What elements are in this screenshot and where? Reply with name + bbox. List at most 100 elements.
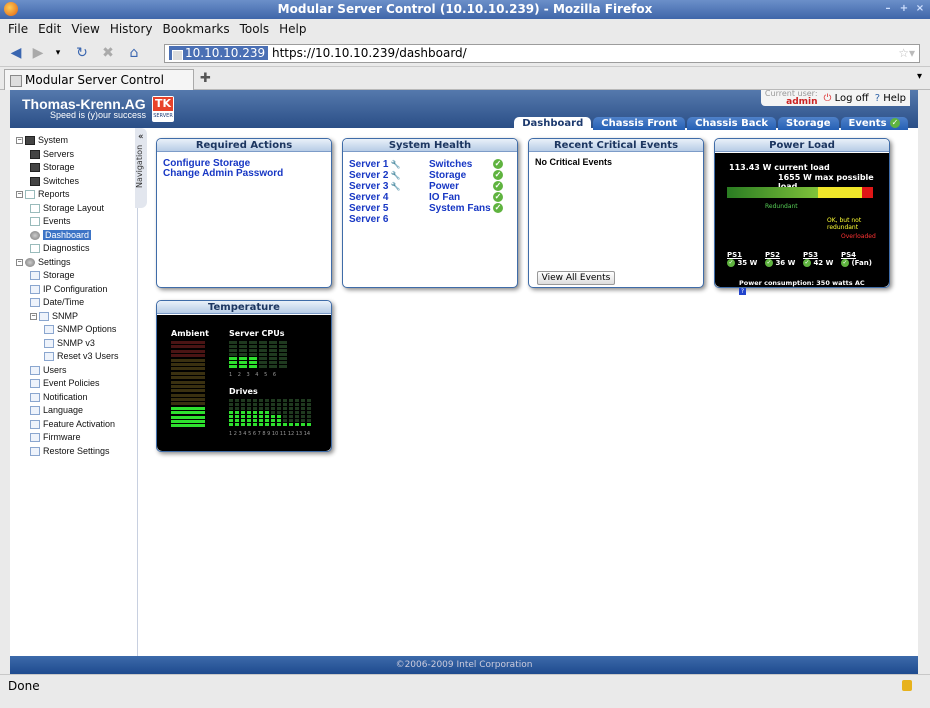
reload-icon[interactable]: ↻ (74, 45, 90, 61)
sidebar-item-feature-activation[interactable]: Feature Activation (30, 418, 115, 431)
collapse-tree-icon[interactable]: − (16, 137, 23, 145)
home-icon[interactable]: ⌂ (126, 45, 142, 61)
sidebar-item-label: Notification (43, 391, 88, 402)
menu-file[interactable]: File (8, 19, 28, 39)
server-link[interactable]: Server 5 (349, 203, 401, 214)
ok-check-icon: ✓ (493, 181, 503, 191)
tab-storage[interactable]: Storage (778, 117, 839, 130)
collapse-icon[interactable]: « (138, 132, 144, 142)
sidebar-item-dashboard[interactable]: Dashboard (30, 229, 92, 242)
sidebar-item-label: SNMP (52, 310, 79, 321)
tab-chassis-back[interactable]: Chassis Back (687, 117, 777, 130)
server-icon (30, 163, 40, 173)
component-link[interactable]: IO Fan ✓ (429, 192, 509, 203)
sidebar-item-servers[interactable]: Servers (30, 148, 74, 161)
collapse-tree-icon[interactable]: − (16, 258, 23, 266)
sidebar-item-events[interactable]: Events (30, 215, 71, 228)
sidebar-item-switches[interactable]: Switches (30, 175, 79, 188)
sidebar-item-system[interactable]: − System (16, 134, 68, 147)
sidebar-item-snmp-v3[interactable]: SNMP v3 (44, 337, 95, 350)
close-icon[interactable]: × (914, 3, 926, 15)
help-button[interactable]: ? Help (875, 93, 906, 104)
menu-history[interactable]: History (110, 19, 153, 39)
sidebar-item-restore-settings[interactable]: Restore Settings (30, 445, 110, 458)
sidebar-item-ip-configuration[interactable]: IP Configuration (30, 283, 107, 296)
collapse-tree-icon[interactable]: − (16, 191, 23, 199)
sidebar-item-users[interactable]: Users (30, 364, 67, 377)
sidebar-item-storage-layout[interactable]: Storage Layout (30, 202, 104, 215)
server-link[interactable]: Server 2 🔧 (349, 170, 401, 181)
temperature-body: Ambient Server CPUs Drives 1 2 3 4 5 6 1… (157, 315, 331, 451)
history-dropdown-icon[interactable]: ▾ (50, 45, 66, 61)
tab-chassis-front[interactable]: Chassis Front (593, 117, 686, 130)
server-link[interactable]: Server 4 (349, 192, 401, 203)
temperature-column (239, 341, 247, 371)
menu-view[interactable]: View (71, 19, 99, 39)
site-identity[interactable]: 10.10.10.239 (169, 46, 269, 60)
ambient-bar (171, 358, 205, 362)
ok-check-icon: ✓ (493, 203, 503, 213)
menu-edit[interactable]: Edit (38, 19, 61, 39)
sidebar-item-firmware[interactable]: Firmware (30, 431, 81, 444)
psu-item: PS3 ✓ 42 W (803, 251, 837, 267)
server-link[interactable]: Server 3 🔧 (349, 181, 401, 192)
back-icon[interactable]: ◀ (8, 45, 24, 61)
bookmark-star-icon[interactable]: ☆▾ (898, 45, 915, 62)
new-tab-icon[interactable]: ✚ (200, 71, 211, 86)
sidebar-item-snmp-options[interactable]: SNMP Options (44, 323, 116, 336)
component-link[interactable]: System Fans ✓ (429, 203, 509, 214)
power-zone-overloaded (862, 187, 873, 198)
sidebar-item-storage[interactable]: Storage (30, 161, 75, 174)
lock-icon[interactable] (902, 680, 912, 691)
page-content: Thomas-Krenn.AG Speed is (y)our success … (10, 90, 918, 674)
tab-events[interactable]: Events ✓ (840, 117, 908, 130)
temperature-column (247, 399, 251, 429)
minimize-icon[interactable]: – (882, 3, 894, 15)
sidebar-item-diagnostics[interactable]: Diagnostics (30, 242, 90, 255)
ambient-label: Ambient (171, 329, 209, 338)
sidebar-item-language[interactable]: Language (30, 404, 83, 417)
navigation-toggle[interactable]: « Navigation (135, 128, 147, 208)
sidebar-item-reports[interactable]: − Reports (16, 188, 70, 201)
change-admin-password-link[interactable]: Change Admin Password (163, 169, 325, 179)
sidebar-item-date-time[interactable]: Date/Time (30, 296, 84, 309)
sidebar-item-storage[interactable]: Storage (30, 269, 75, 282)
server-link[interactable]: Server 6 (349, 214, 401, 225)
ambient-bar (171, 420, 205, 424)
logoff-button[interactable]: ⏻ Log off (824, 93, 869, 104)
view-all-events-button[interactable]: View All Events (537, 271, 615, 285)
component-link[interactable]: Power ✓ (429, 181, 509, 192)
tab-list-icon[interactable]: ▾ (917, 71, 922, 82)
temperature-column (229, 399, 233, 429)
ambient-bar (171, 424, 205, 428)
maximize-icon[interactable]: + (898, 3, 910, 15)
collapse-tree-icon[interactable]: − (30, 312, 37, 320)
no-events-text: No Critical Events (535, 157, 613, 167)
menu-help[interactable]: Help (279, 19, 306, 39)
power-help-icon[interactable]: ? (739, 288, 746, 295)
tab-dashboard[interactable]: Dashboard (514, 117, 592, 130)
sidebar-item-snmp[interactable]: − SNMP (30, 310, 78, 323)
psu-value: ✓ 35 W (727, 259, 758, 267)
stop-icon[interactable]: ✖ (100, 45, 116, 61)
server-link[interactable]: Server 1 🔧 (349, 159, 401, 170)
component-link[interactable]: Storage ✓ (429, 170, 509, 181)
menu-tools[interactable]: Tools (240, 19, 270, 39)
component-link[interactable]: Switches ✓ (429, 159, 509, 170)
forward-icon[interactable]: ▶ (30, 45, 46, 61)
tab-bar: Modular Server Control (10.10.... ✚ ▾ (0, 67, 930, 107)
sidebar-item-reset-v3-users[interactable]: Reset v3 Users (44, 350, 119, 363)
page-icon (30, 284, 40, 294)
url-field[interactable]: 10.10.10.239 https://10.10.10.239/dashbo… (164, 44, 920, 63)
menu-bookmarks[interactable]: Bookmarks (163, 19, 230, 39)
ambient-bar (171, 345, 205, 349)
sidebar-item-notification[interactable]: Notification (30, 391, 88, 404)
sidebar-item-settings[interactable]: − Settings (16, 256, 71, 269)
browser-tab[interactable]: Modular Server Control (10.10.... (4, 69, 194, 107)
page-icon (30, 392, 40, 402)
sidebar-item-label: Servers (43, 148, 75, 159)
required-actions-panel: Required Actions Configure Storage Chang… (156, 138, 332, 288)
ambient-bar (171, 402, 205, 406)
sidebar-item-event-policies[interactable]: Event Policies (30, 377, 100, 390)
sidebar-item-label: Firmware (43, 432, 81, 442)
